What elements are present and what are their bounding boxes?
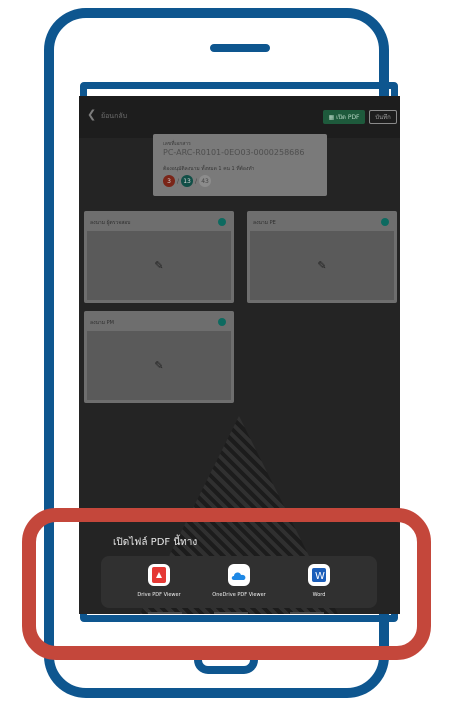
- status-indicator: [218, 218, 226, 226]
- signature-card-pm[interactable]: ลงนาม PM ✎: [84, 311, 234, 403]
- edit-icon: ✎: [317, 259, 327, 272]
- separator: /: [195, 177, 198, 185]
- open-pdf-label: เปิด PDF: [336, 114, 360, 121]
- document-card: เลขที่เอกสาร PC-ARC-R0101-0EO03-00002586…: [153, 134, 327, 196]
- count-badge-red: 3: [163, 175, 175, 187]
- signature-title: ลงนาม PM: [90, 320, 114, 326]
- signature-card-reviewer[interactable]: ลงนาม ผู้ตรวจสอบ ✎: [84, 211, 234, 303]
- edit-icon: ✎: [154, 259, 164, 272]
- document-number-label: เลขที่เอกสาร: [163, 141, 191, 147]
- signature-area[interactable]: ✎: [87, 331, 231, 400]
- signature-title: ลงนาม ผู้ตรวจสอบ: [90, 220, 131, 226]
- count-badge-teal: 13: [181, 175, 194, 187]
- signature-area[interactable]: ✎: [250, 231, 394, 300]
- save-button[interactable]: บันทึก: [369, 110, 397, 124]
- back-button[interactable]: ย้อนกลับ: [101, 111, 127, 122]
- separator: /: [177, 177, 180, 185]
- count-badge-grey: 43: [199, 175, 212, 187]
- open-pdf-button[interactable]: ▦ เปิด PDF: [323, 110, 365, 124]
- save-label: บันทึก: [375, 114, 391, 121]
- approval-status-label: ต้องอนุมัติลงนาม ทั้งหมด 1 คน 1 ที่ต้องท…: [163, 166, 255, 172]
- phone-speaker: [210, 44, 270, 52]
- pdf-icon: ▦: [328, 113, 335, 121]
- status-indicator: [381, 218, 389, 226]
- status-indicator: [218, 318, 226, 326]
- signature-area[interactable]: ✎: [87, 231, 231, 300]
- top-bar: ❮ ย้อนกลับ ▦ เปิด PDF บันทึก: [79, 96, 400, 138]
- edit-icon: ✎: [154, 359, 164, 372]
- signature-title: ลงนาม PE: [253, 220, 276, 226]
- signature-card-pe[interactable]: ลงนาม PE ✎: [247, 211, 397, 303]
- chevron-left-icon[interactable]: ❮: [87, 108, 96, 121]
- highlight-frame: [22, 508, 431, 660]
- document-number: PC-ARC-R0101-0EO03-0000258686: [163, 148, 305, 157]
- approval-counts: 3 / 13 / 43: [163, 175, 212, 187]
